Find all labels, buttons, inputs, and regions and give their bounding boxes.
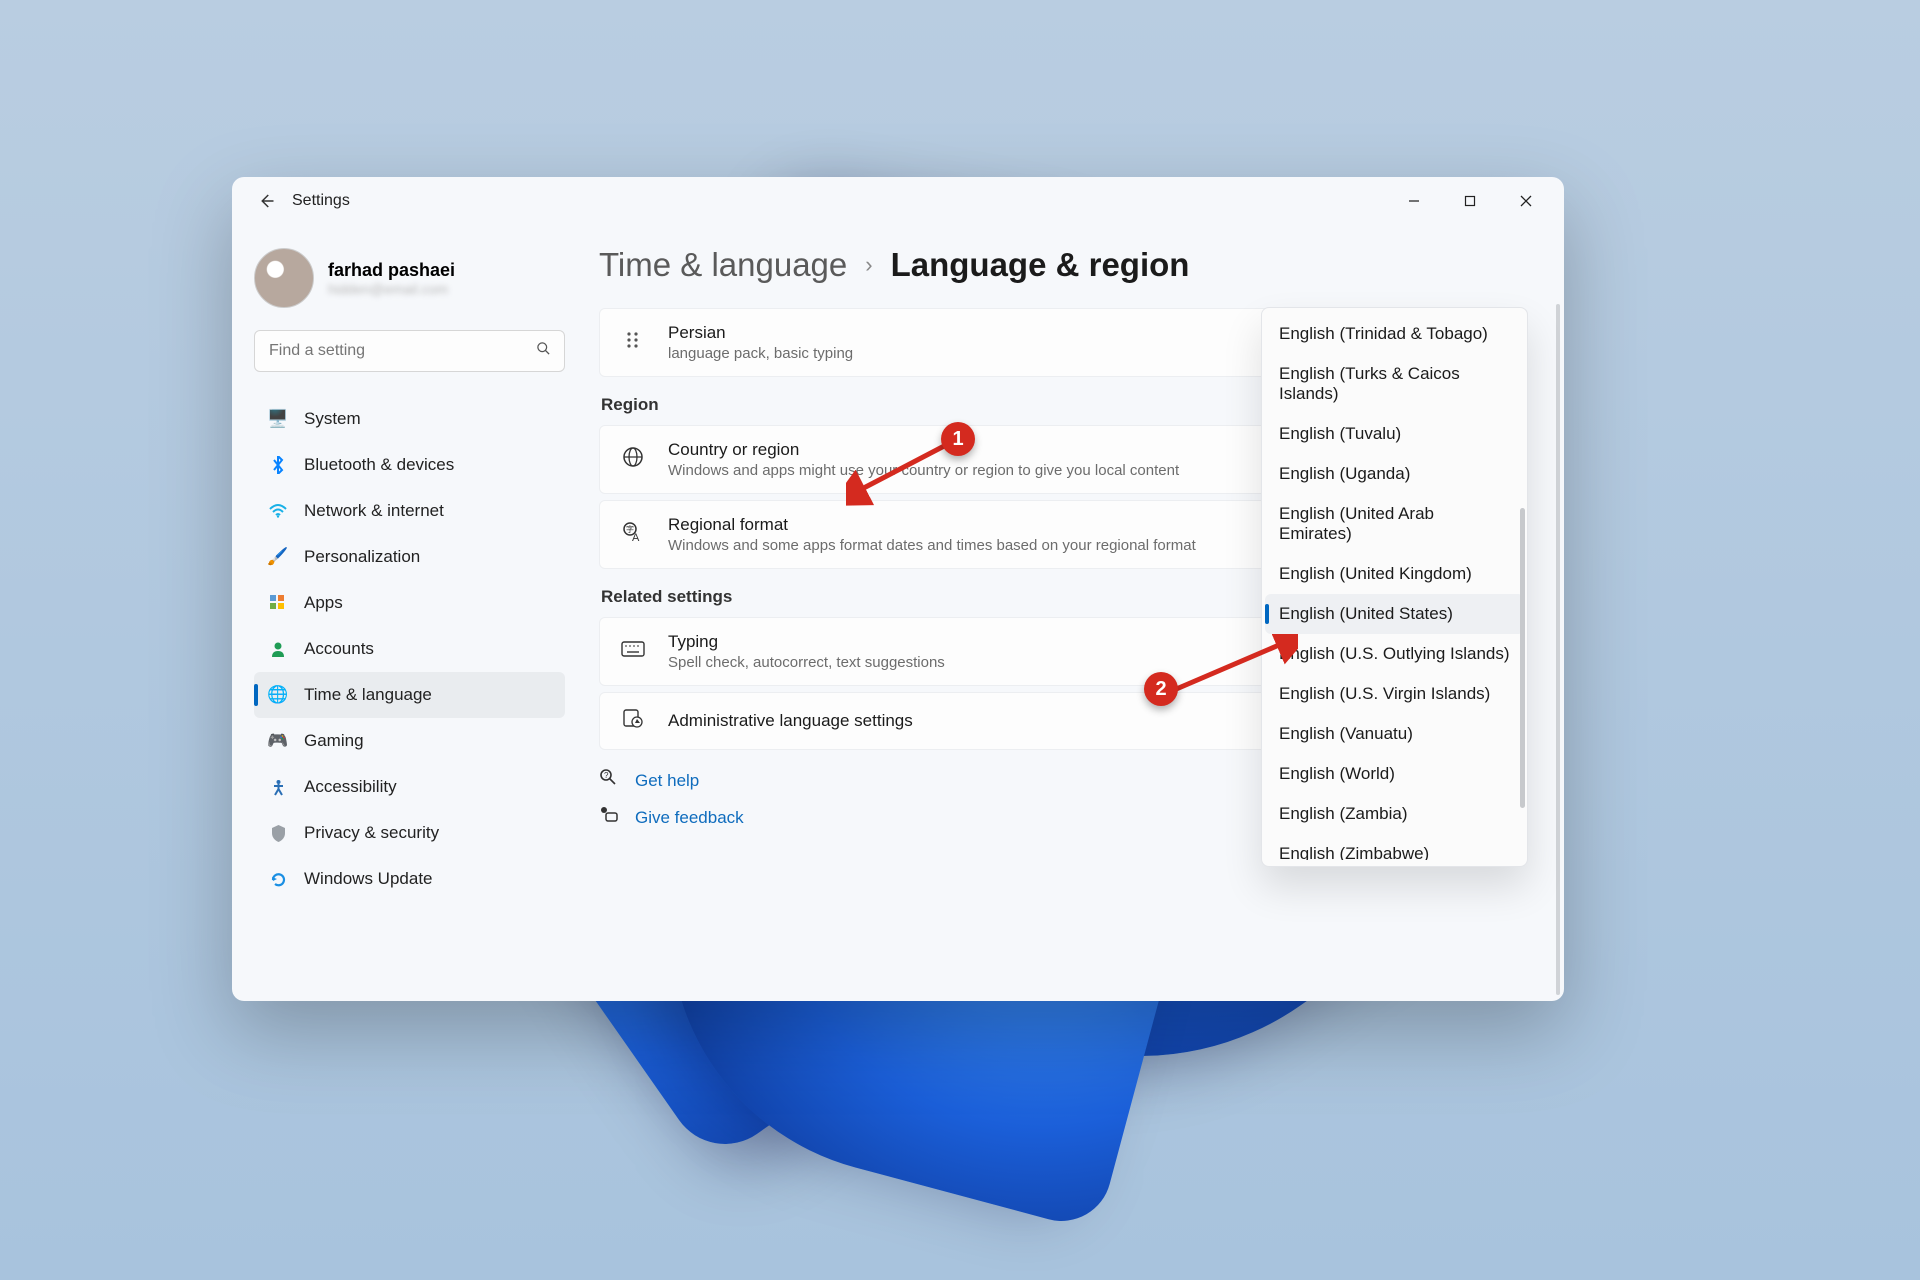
svg-text:字: 字 — [626, 524, 634, 534]
accessibility-icon — [268, 777, 288, 797]
maximize-icon — [1464, 195, 1476, 207]
card-title: Persian — [668, 323, 853, 343]
search-box — [254, 330, 565, 372]
close-button[interactable] — [1498, 181, 1554, 221]
sidebar-item-label: Windows Update — [304, 869, 433, 889]
close-icon — [1520, 195, 1532, 207]
sidebar-item-label: Accounts — [304, 639, 374, 659]
dropdown-item[interactable]: English (United Arab Emirates) — [1265, 494, 1524, 554]
gamepad-icon: 🎮 — [268, 731, 288, 751]
sidebar-item-label: Bluetooth & devices — [304, 455, 454, 475]
dropdown-item[interactable]: English (Uganda) — [1265, 454, 1524, 494]
sidebar-item-bluetooth[interactable]: Bluetooth & devices — [254, 442, 565, 488]
avatar — [254, 248, 314, 308]
dropdown-item[interactable]: English (U.S. Virgin Islands) — [1265, 674, 1524, 714]
card-subtitle: Windows and some apps format dates and t… — [668, 537, 1196, 554]
bluetooth-icon — [268, 455, 288, 475]
titlebar: Settings — [232, 177, 1564, 224]
search-icon — [536, 341, 551, 361]
sidebar-item-label: Accessibility — [304, 777, 397, 797]
arrow-left-icon — [257, 192, 275, 210]
annotation-arrow-2 — [1168, 634, 1298, 704]
dropdown-item[interactable]: English (Vanuatu) — [1265, 714, 1524, 754]
feedback-icon — [599, 805, 621, 830]
sidebar-item-time-language[interactable]: 🌐 Time & language — [254, 672, 565, 718]
breadcrumb: Time & language › Language & region — [599, 246, 1528, 284]
dropdown-item[interactable]: English (United States) — [1265, 594, 1524, 634]
sidebar-item-label: System — [304, 409, 361, 429]
annotation-badge-2: 2 — [1144, 672, 1178, 706]
sidebar-item-label: Network & internet — [304, 501, 444, 521]
dropdown-item[interactable]: English (United Kingdom) — [1265, 554, 1524, 594]
region-dropdown: English (Trinidad & Tobago)English (Turk… — [1261, 307, 1528, 867]
search-input[interactable] — [254, 330, 565, 372]
apps-icon — [268, 593, 288, 613]
sidebar-item-personalization[interactable]: 🖌️ Personalization — [254, 534, 565, 580]
dropdown-item[interactable]: English (Turks & Caicos Islands) — [1265, 354, 1524, 414]
keyboard-icon — [620, 641, 646, 663]
sidebar-item-accounts[interactable]: Accounts — [254, 626, 565, 672]
sidebar-item-accessibility[interactable]: Accessibility — [254, 764, 565, 810]
sidebar-item-label: Gaming — [304, 731, 364, 751]
wifi-icon — [268, 501, 288, 521]
globe-icon — [620, 446, 646, 474]
paintbrush-icon: 🖌️ — [268, 547, 288, 567]
card-title: Typing — [668, 632, 945, 652]
dropdown-scrollbar[interactable] — [1520, 508, 1525, 808]
shield-icon — [268, 823, 288, 843]
person-icon — [268, 639, 288, 659]
dropdown-item[interactable]: English (Zambia) — [1265, 794, 1524, 834]
user-email: hidden@email.com — [328, 281, 455, 297]
user-block[interactable]: farhad pashaei hidden@email.com — [254, 248, 565, 308]
admin-badge-icon — [620, 707, 646, 735]
minimize-icon — [1408, 195, 1420, 207]
sidebar-item-privacy[interactable]: Privacy & security — [254, 810, 565, 856]
dropdown-item[interactable]: English (Tuvalu) — [1265, 414, 1524, 454]
dropdown-item[interactable]: English (U.S. Outlying Islands) — [1265, 634, 1524, 674]
language-icon: A字 — [620, 521, 646, 549]
sidebar-item-apps[interactable]: Apps — [254, 580, 565, 626]
app-title: Settings — [292, 192, 350, 210]
breadcrumb-parent[interactable]: Time & language — [599, 246, 847, 284]
help-icon: ? — [599, 768, 621, 793]
sidebar-item-system[interactable]: 🖥️ System — [254, 396, 565, 442]
give-feedback-link[interactable]: Give feedback — [635, 808, 744, 828]
card-subtitle: language pack, basic typing — [668, 345, 853, 362]
globe-clock-icon: 🌐 — [268, 685, 288, 705]
back-button[interactable] — [254, 189, 278, 213]
sidebar-item-label: Time & language — [304, 685, 432, 705]
page-title: Language & region — [891, 246, 1190, 284]
sidebar-item-update[interactable]: Windows Update — [254, 856, 565, 902]
sidebar: farhad pashaei hidden@email.com 🖥️ System… — [232, 224, 577, 1001]
monitor-icon: 🖥️ — [268, 409, 288, 429]
get-help-link[interactable]: Get help — [635, 771, 699, 791]
card-subtitle: Spell check, autocorrect, text suggestio… — [668, 654, 945, 671]
sidebar-item-label: Apps — [304, 593, 343, 613]
annotation-badge-1: 1 — [941, 422, 975, 456]
settings-window: Settings farhad pashaei hidden@email.com… — [232, 177, 1564, 1001]
dropdown-item[interactable]: English (Trinidad & Tobago) — [1265, 314, 1524, 354]
chevron-right-icon: › — [865, 252, 872, 278]
content-scrollbar[interactable] — [1556, 304, 1560, 995]
card-title: Administrative language settings — [668, 711, 913, 731]
user-name: farhad pashaei — [328, 260, 455, 281]
minimize-button[interactable] — [1386, 181, 1442, 221]
card-title: Regional format — [668, 515, 1196, 535]
dropdown-item[interactable]: English (World) — [1265, 754, 1524, 794]
sidebar-item-label: Personalization — [304, 547, 420, 567]
drag-handle-icon[interactable] — [620, 331, 646, 355]
sidebar-item-network[interactable]: Network & internet — [254, 488, 565, 534]
dropdown-item[interactable]: English (Zimbabwe) — [1265, 834, 1524, 860]
main-content: Time & language › Language & region Pers… — [577, 224, 1564, 1001]
update-icon — [268, 869, 288, 889]
maximize-button[interactable] — [1442, 181, 1498, 221]
sidebar-item-label: Privacy & security — [304, 823, 439, 843]
svg-text:?: ? — [604, 771, 609, 780]
sidebar-item-gaming[interactable]: 🎮 Gaming — [254, 718, 565, 764]
window-controls — [1386, 181, 1554, 221]
